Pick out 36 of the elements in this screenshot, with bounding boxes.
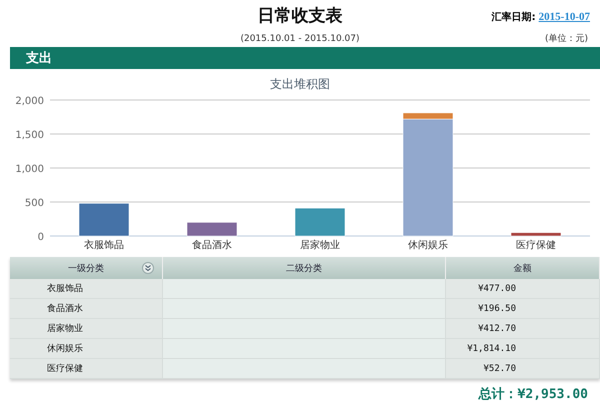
rate-date-label: 汇率日期: bbox=[492, 10, 536, 24]
axis-tick-label: 0 bbox=[38, 232, 44, 243]
column-header: 二级分类 bbox=[163, 257, 446, 279]
unit-label: (单位：元) bbox=[544, 32, 588, 45]
table-cell: ¥196.50 bbox=[446, 299, 600, 319]
category-label: 医疗保健 bbox=[516, 240, 556, 251]
bar bbox=[294, 208, 346, 236]
axis-tick-label: 1,500 bbox=[15, 130, 44, 141]
table-cell: 食品酒水 bbox=[10, 299, 163, 319]
table-cell: ¥52.70 bbox=[446, 359, 600, 379]
table-cell: ¥412.70 bbox=[446, 319, 600, 339]
bar bbox=[78, 203, 130, 236]
bar bbox=[510, 232, 562, 236]
table-cell: 居家物业 bbox=[10, 319, 163, 339]
expand-icon[interactable] bbox=[142, 262, 154, 274]
rate-date-link[interactable]: 2015-10-07 bbox=[538, 11, 590, 23]
table-cell: 衣服饰品 bbox=[10, 279, 163, 299]
category-label: 休闲娱乐 bbox=[408, 240, 448, 251]
section-header: 支出 bbox=[10, 47, 600, 69]
axis-tick-label: 500 bbox=[24, 198, 44, 209]
column-header[interactable]: 一级分类 bbox=[10, 257, 163, 279]
bar bbox=[186, 222, 238, 236]
table-cell: ¥1,814.10 bbox=[446, 339, 600, 359]
table-cell: ¥477.00 bbox=[446, 279, 600, 299]
date-range: (2015.10.01 - 2015.10.07) bbox=[240, 34, 360, 44]
chart-title: 支出堆积图 bbox=[269, 76, 331, 93]
column-header: 金额 bbox=[446, 257, 600, 279]
category-label: 居家物业 bbox=[300, 240, 340, 251]
axis-tick-label: 2,000 bbox=[15, 96, 44, 107]
category-label: 衣服饰品 bbox=[84, 240, 124, 251]
report-title: 日常收支表 bbox=[258, 4, 342, 26]
axis-tick-label: 1,000 bbox=[15, 164, 44, 175]
table-cell: 医疗保健 bbox=[10, 359, 163, 379]
category-label: 食品酒水 bbox=[192, 240, 232, 251]
table-cell: 休闲娱乐 bbox=[10, 339, 163, 359]
total-amount: 总计：¥2,953.00 bbox=[478, 386, 588, 403]
